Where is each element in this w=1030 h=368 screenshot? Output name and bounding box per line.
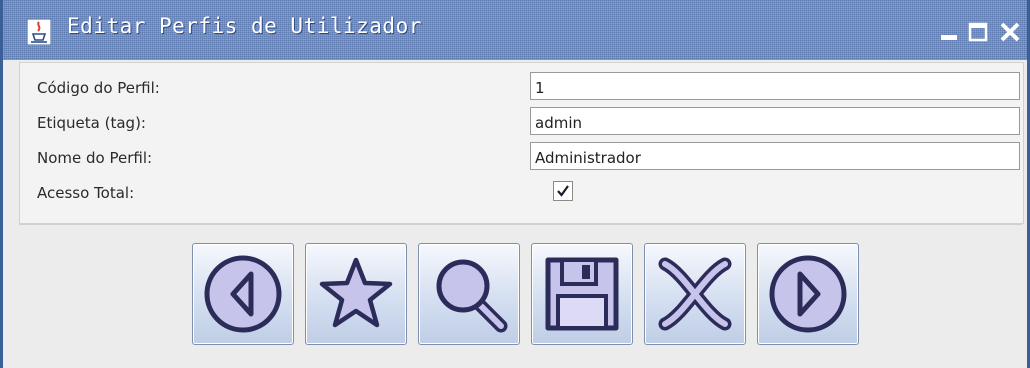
new-button[interactable]: [305, 243, 407, 345]
arrow-left-circle-icon: [204, 255, 282, 333]
window: Editar Perfis de Utilizador Código do Pe…: [0, 0, 1030, 368]
maximize-icon[interactable]: [966, 20, 990, 44]
search-button[interactable]: [418, 243, 520, 345]
save-button[interactable]: [531, 243, 633, 345]
star-icon: [319, 257, 393, 328]
arrow-right-circle-icon: [769, 255, 847, 333]
form-panel: Código do Perfil: Etiqueta (tag): Nome d…: [19, 62, 1024, 224]
window-title: Editar Perfis de Utilizador: [67, 14, 422, 38]
previous-button[interactable]: [192, 243, 294, 345]
title-bar[interactable]: Editar Perfis de Utilizador: [3, 0, 1027, 60]
java-app-icon: [27, 19, 51, 45]
next-button[interactable]: [757, 243, 859, 345]
profile-name-label: Nome do Perfil:: [37, 149, 153, 167]
profile-code-label: Código do Perfil:: [37, 79, 160, 97]
floppy-disk-icon: [545, 257, 619, 331]
divider: [19, 224, 1022, 225]
minimize-icon[interactable]: [937, 20, 961, 44]
x-icon: [658, 257, 732, 331]
tag-input[interactable]: [530, 107, 1020, 135]
check-icon: [557, 185, 569, 197]
full-access-checkbox[interactable]: [553, 181, 573, 201]
tag-label: Etiqueta (tag):: [37, 114, 146, 132]
close-icon[interactable]: [998, 20, 1022, 44]
delete-button[interactable]: [644, 243, 746, 345]
magnifier-icon: [436, 259, 508, 333]
full-access-label: Acesso Total:: [37, 184, 135, 202]
profile-name-input[interactable]: [530, 142, 1020, 170]
profile-code-input[interactable]: [530, 72, 1020, 100]
